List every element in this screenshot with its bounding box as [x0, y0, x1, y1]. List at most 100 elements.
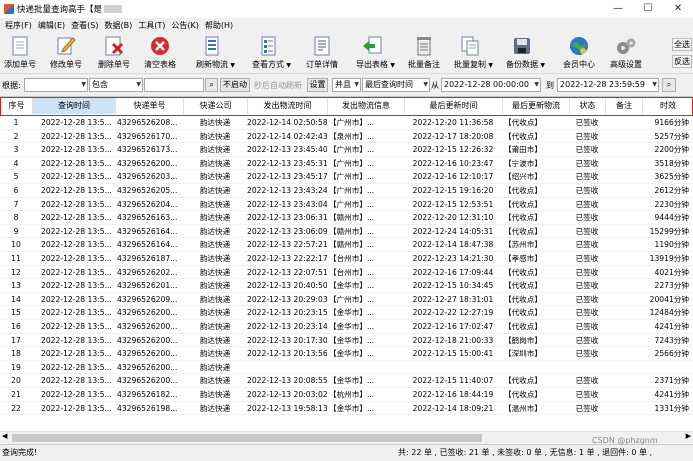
date-search-button[interactable]: ⌕	[662, 78, 676, 92]
filter-match-select[interactable]: 包含 ▼	[89, 78, 143, 92]
menu-program[interactable]: 程序(F)	[2, 20, 35, 31]
chevron-down-icon: ▼	[286, 62, 291, 69]
table-cell: 2022-12-14 02:42:43	[247, 131, 327, 141]
column-header[interactable]: 查询时间	[33, 98, 116, 114]
logic-select[interactable]: 并且 ▼	[332, 78, 361, 92]
filter-search-input[interactable]	[144, 78, 204, 92]
table-row[interactable]: 11 2022-12-28 13:5... 43296526187... 韵达快递 20…	[0, 252, 693, 266]
table-cell: 已签收	[575, 403, 599, 413]
column-header[interactable]: 状态	[570, 98, 606, 114]
column-header[interactable]: 发出物流信息	[328, 98, 405, 114]
from-date-picker[interactable]: 2022-12-28 00:00:00 ▼	[441, 78, 541, 92]
table-cell	[247, 361, 327, 374]
menu-edit[interactable]: 编辑(E)	[35, 20, 68, 31]
menu-tools[interactable]: 工具(T)	[135, 20, 168, 31]
menu-notice[interactable]: 公告(K)	[168, 20, 202, 31]
table-row[interactable]: 19 2022-12-28 13:5... 43296526200... 韵达快递	[0, 361, 693, 375]
column-header[interactable]: 时效	[643, 98, 693, 114]
table-row[interactable]: 10 2022-12-28 13:5... 43296526164... 韵达快递 20…	[0, 238, 693, 252]
table-row[interactable]: 5 2022-12-28 13:5... 43296526203... 韵达快递 202…	[0, 170, 693, 184]
table-cell: 15299分钟	[649, 226, 689, 236]
backup-data-button[interactable]: 备份数据 ▼	[506, 35, 545, 72]
member-center-button[interactable]: 会员中心	[563, 35, 595, 72]
delete-number-button[interactable]: 删除单号	[98, 35, 130, 72]
table-cell	[605, 347, 642, 360]
horizontal-scrollbar[interactable]: ◀ ▶	[0, 431, 693, 443]
table-row[interactable]: 14 2022-12-28 13:5... 43296526209... 韵达快递 20…	[0, 293, 693, 307]
table-row[interactable]: 12 2022-12-28 13:5... 43296526202... 韵达快递 20…	[0, 266, 693, 280]
batch-note-button[interactable]: 批量备注	[408, 35, 440, 72]
column-header[interactable]: 序号	[1, 98, 33, 114]
close-button[interactable]: ✕	[663, 0, 693, 18]
column-header[interactable]: 最后更新时间	[405, 98, 503, 114]
table-cell: 4	[13, 158, 19, 168]
order-detail-button[interactable]: 订单详情	[306, 35, 338, 72]
table-cell: 43296526182...	[117, 390, 178, 399]
menu-view[interactable]: 查看(S)	[68, 20, 101, 31]
table-cell	[605, 225, 642, 238]
table-cell: 2022-12-28 13:5...	[41, 240, 112, 250]
table-row[interactable]: 4 2022-12-28 13:5... 43296526200... 韵达快递 202…	[0, 157, 693, 171]
table-cell: 【鹤岗市】	[504, 335, 542, 345]
column-header[interactable]: 快递公司	[184, 98, 248, 114]
refresh-settings-button[interactable]: 设置	[307, 78, 328, 92]
table-cell: 2022-12-28 13:5...	[41, 172, 112, 182]
table-cell: 17	[11, 335, 21, 345]
table-row[interactable]: 21 2022-12-28 13:5... 43296526182... 韵达快递 20…	[0, 388, 693, 402]
scroll-left-icon[interactable]: ◀	[2, 432, 7, 440]
no-start-button[interactable]: 不启动	[220, 78, 250, 92]
select-all-button[interactable]: 全选	[672, 38, 692, 51]
invert-select-button[interactable]: 反选	[672, 55, 692, 68]
table-row[interactable]: 22 2022-12-28 13:5... 43296526198... 韵达快递 20…	[0, 402, 693, 416]
table-row[interactable]: 9 2022-12-28 13:5... 43296526164... 韵达快递 202…	[0, 225, 693, 239]
table-row[interactable]: 18 2022-12-28 13:5... 43296526200... 韵达快递 20…	[0, 347, 693, 361]
table-cell: 2022-12-16 17:09:44	[412, 267, 494, 277]
view-mode-button[interactable]: 查看方式 ▼	[252, 35, 291, 72]
table-row[interactable]: 3 2022-12-28 13:5... 43296526173... 韵达快递 202…	[0, 143, 693, 157]
add-number-button[interactable]: 添加单号	[4, 35, 36, 72]
table-row[interactable]: 16 2022-12-28 13:5... 43296526200... 韵达快递 20…	[0, 320, 693, 334]
table-row[interactable]: 1 2022-12-28 13:5... 43296526208... 韵达快递 202…	[0, 116, 693, 130]
minimize-button[interactable]: —	[603, 0, 633, 18]
batch-copy-button[interactable]: 批量复制 ▼	[454, 35, 493, 72]
toolbar-label: 会员中心	[563, 60, 595, 69]
column-header[interactable]: 快递单号	[116, 98, 184, 114]
refresh-logistics-button[interactable]: 刷新物流 ▼	[196, 35, 235, 72]
table-row[interactable]: 8 2022-12-28 13:5... 43296526163... 韵达快递 202…	[0, 211, 693, 225]
table-cell: 43296526200...	[117, 308, 178, 318]
scroll-right-icon[interactable]: ▶	[686, 432, 691, 440]
column-header[interactable]: 最后更新物流	[503, 98, 570, 114]
table-row[interactable]: 15 2022-12-28 13:5... 43296526200... 韵达快递 20…	[0, 306, 693, 320]
table-cell: 43296526200...	[117, 376, 178, 386]
scroll-thumb[interactable]	[12, 434, 482, 442]
export-table-button[interactable]: 导出表格 ▼	[356, 35, 395, 72]
to-date-picker[interactable]: 2022-12-28 23:59:59 ▼	[557, 78, 659, 92]
chevron-down-icon: ▼	[488, 62, 493, 69]
maximize-button[interactable]: ☐	[633, 0, 663, 18]
status-bar: 查询完成! 共: 22 单 , 已签收: 21 单 , 未签收: 0 单 , 无…	[0, 444, 693, 461]
table-row[interactable]: 7 2022-12-28 13:5... 43296526204... 韵达快递 202…	[0, 198, 693, 212]
table-cell: 已签收	[575, 118, 599, 127]
column-header[interactable]: 发出物流时间	[248, 98, 328, 114]
filter-search-button[interactable]: ⌕	[205, 78, 218, 92]
menu-data[interactable]: 数据(B)	[101, 20, 135, 31]
menu-help[interactable]: 帮助(H)	[202, 20, 236, 31]
time-field-select[interactable]: 最后查询时间 ▼	[362, 78, 430, 92]
clear-table-button[interactable]: 清空表格	[144, 35, 176, 72]
advanced-settings-button[interactable]: 高级设置	[610, 35, 642, 72]
chevron-down-icon: ▼	[354, 81, 359, 88]
table-row[interactable]: 13 2022-12-28 13:5... 43296526201... 韵达快递 20…	[0, 279, 693, 293]
table-cell: 韵达快递	[199, 403, 231, 413]
table-cell: 2022-12-28 13:5...	[41, 403, 112, 413]
table-row[interactable]: 20 2022-12-28 13:5... 43296526200... 韵达快递 20…	[0, 374, 693, 388]
table-cell: 【代收点】	[504, 267, 542, 277]
column-header[interactable]: 备注	[606, 98, 643, 114]
table-row[interactable]: 17 2022-12-28 13:5... 43296526200... 韵达快递 20…	[0, 334, 693, 348]
search-icon: ⌕	[209, 80, 214, 89]
table-cell: 4241分钟	[654, 322, 689, 331]
table-row[interactable]: 2 2022-12-28 13:5... 43296526170... 韵达快递 202…	[0, 130, 693, 144]
edit-number-button[interactable]: 修改单号	[50, 35, 82, 72]
table-cell: 韵达快递	[199, 240, 231, 250]
filter-field-select[interactable]: ▼	[24, 78, 88, 92]
table-row[interactable]: 6 2022-12-28 13:5... 43296526205... 韵达快递 202…	[0, 184, 693, 198]
